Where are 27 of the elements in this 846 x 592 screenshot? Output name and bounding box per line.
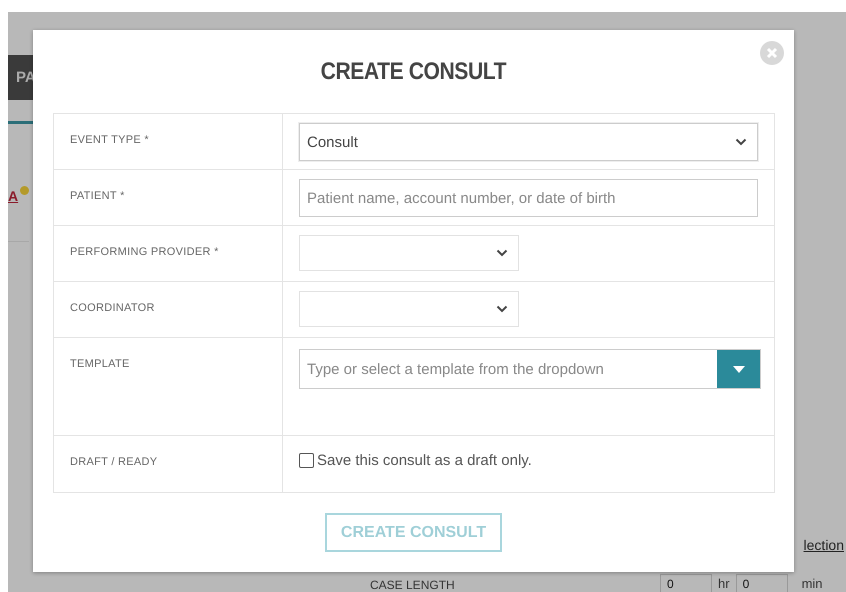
chevron-down-icon <box>496 305 508 313</box>
dropdown-select[interactable] <box>299 235 519 271</box>
patient-field[interactable]: Patient name, account number, or date of birth <box>299 179 758 217</box>
field-label: PATIENT * <box>70 190 125 202</box>
field-label: DRAFT / READY <box>70 456 158 468</box>
caret-icon <box>732 366 744 372</box>
event-type-select[interactable]: Consult <box>299 123 758 161</box>
draft-checkbox[interactable] <box>299 453 314 468</box>
field-label: TEMPLATE <box>70 358 130 370</box>
field-label: COORDINATOR <box>70 302 155 314</box>
hours-input[interactable]: 0 <box>660 574 712 592</box>
chevron-down-icon <box>496 249 508 257</box>
field-label: EVENT TYPE * <box>70 134 149 146</box>
dialog-title: CREATE CONSULT <box>320 58 506 86</box>
hours-unit: hr <box>717 576 731 592</box>
chevron-down-icon <box>735 138 747 146</box>
field-label: PERFORMING PROVIDER * <box>70 246 219 258</box>
minutes-unit: min <box>800 576 824 592</box>
checkbox-label: Save this consult as a draft only. <box>317 452 532 469</box>
side-link[interactable]: lection <box>804 537 844 553</box>
record-link[interactable]: A <box>8 188 18 204</box>
dropdown-select[interactable] <box>299 291 519 327</box>
minutes-input[interactable]: 0 <box>736 574 788 592</box>
case-length-label: CASE LENGTH <box>370 578 456 592</box>
status-dot <box>20 186 30 195</box>
dropdown-button[interactable] <box>717 350 760 388</box>
close-icon[interactable] <box>760 41 784 65</box>
